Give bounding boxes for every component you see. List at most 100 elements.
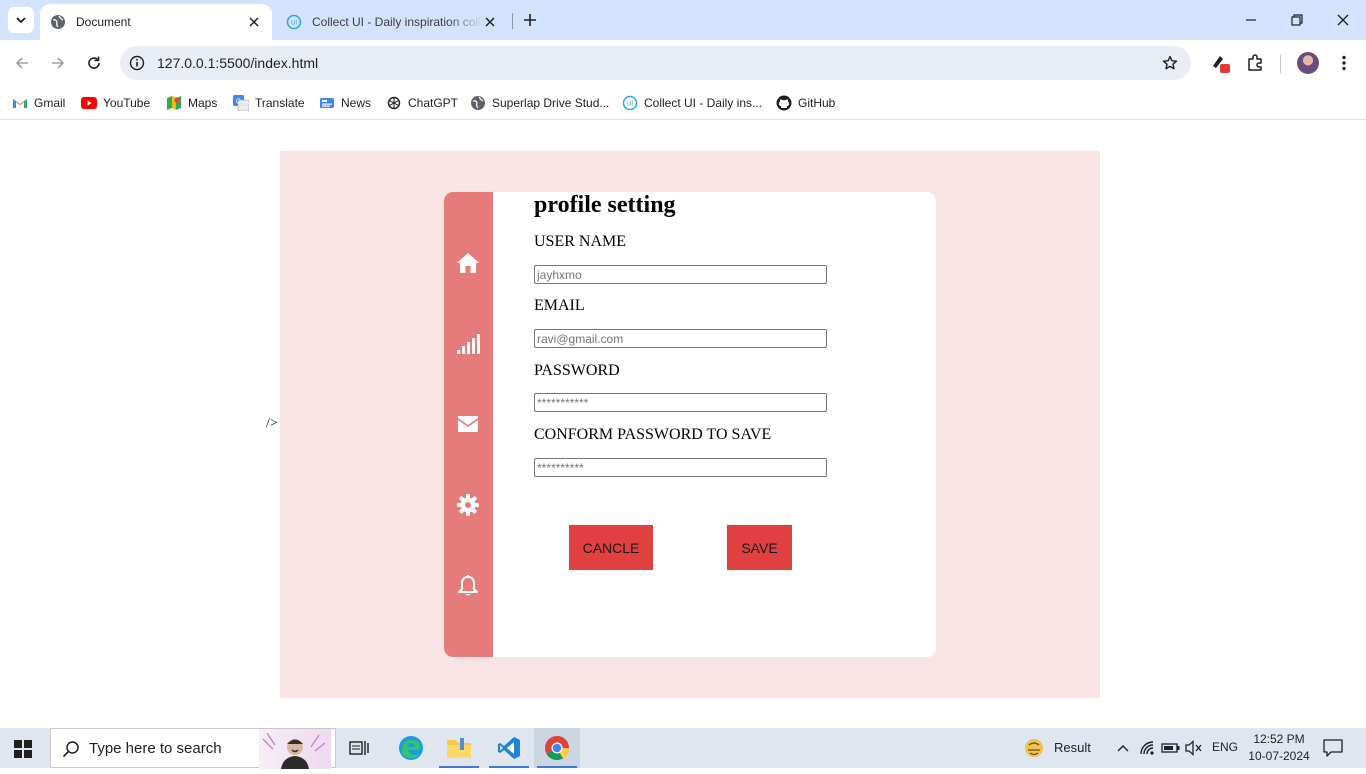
chatgpt-icon xyxy=(386,95,402,111)
taskbar-edge[interactable] xyxy=(388,728,434,768)
svg-text:G: G xyxy=(236,99,241,106)
bookmark-label: News xyxy=(341,96,372,110)
bookmark-superlap[interactable]: Superlap Drive Stud... xyxy=(470,92,609,114)
site-info-icon[interactable] xyxy=(128,54,146,72)
volume-muted-icon[interactable] xyxy=(1184,738,1204,758)
close-icon xyxy=(1337,14,1349,26)
system-clock[interactable]: 12:52 PM 10-07-2024 xyxy=(1246,731,1312,765)
collectui-icon: UI xyxy=(286,14,302,30)
chevron-down-icon xyxy=(16,17,26,24)
browser-toolbar: 127.0.0.1:5500/index.html xyxy=(0,40,1366,86)
toolbar-separator xyxy=(1280,55,1281,73)
github-icon xyxy=(776,95,792,111)
collectui-icon: UI xyxy=(622,95,638,111)
weather-text[interactable]: Result xyxy=(1054,740,1091,755)
minimize-icon xyxy=(1246,19,1256,21)
back-button[interactable] xyxy=(10,51,34,75)
bookmark-gmail[interactable]: Gmail xyxy=(12,92,65,114)
profile-avatar[interactable] xyxy=(1297,52,1319,74)
maps-icon xyxy=(166,95,182,111)
search-highlight-image xyxy=(259,729,331,769)
bookmark-collect-ui[interactable]: UI Collect UI - Daily ins... xyxy=(622,92,762,114)
page-title: profile setting xyxy=(534,192,676,218)
new-tab-button[interactable] xyxy=(520,10,540,30)
home-icon[interactable] xyxy=(456,251,480,275)
globe-icon xyxy=(50,14,66,30)
close-window-button[interactable] xyxy=(1333,10,1353,30)
gmail-icon xyxy=(12,95,28,111)
bookmark-github[interactable]: GitHub xyxy=(776,92,835,114)
bookmark-label: Collect UI - Daily ins... xyxy=(644,96,763,110)
profile-card: profile setting USER NAME EMAIL PASSWORD… xyxy=(444,192,936,657)
page-viewport: /> profile setting USER NAME EMAIL xyxy=(0,121,1366,728)
taskbar-search[interactable]: Type here to search xyxy=(50,728,336,769)
confirm-password-input[interactable] xyxy=(534,458,827,477)
bookmark-star-icon[interactable] xyxy=(1161,54,1179,72)
folder-icon xyxy=(447,738,471,758)
close-icon[interactable] xyxy=(482,14,498,30)
weather-icon[interactable] xyxy=(1024,738,1044,758)
language-indicator[interactable]: ENG xyxy=(1212,740,1238,754)
bookmark-translate[interactable]: G Translate xyxy=(233,92,305,114)
translate-icon: G xyxy=(233,95,249,111)
bookmark-maps[interactable]: Maps xyxy=(166,92,217,114)
bookmark-label: ChatGPT xyxy=(408,96,459,110)
cancel-button[interactable]: CANCLE xyxy=(569,525,653,570)
edge-icon xyxy=(399,736,423,760)
sidebar xyxy=(444,192,493,657)
extension-alert-icon[interactable] xyxy=(1208,51,1232,75)
profile-form: profile setting USER NAME EMAIL PASSWORD… xyxy=(534,192,934,657)
plus-icon xyxy=(524,14,536,26)
wifi-icon[interactable] xyxy=(1138,738,1158,758)
taskbar-file-explorer[interactable] xyxy=(436,728,482,768)
tab-document[interactable]: Document xyxy=(40,4,272,40)
vscode-icon xyxy=(498,737,520,759)
search-placeholder: Type here to search xyxy=(89,740,222,757)
forward-button[interactable] xyxy=(46,51,70,75)
username-label: USER NAME xyxy=(534,233,627,250)
bookmark-youtube[interactable]: YouTube xyxy=(81,92,150,114)
email-input[interactable] xyxy=(534,329,827,348)
address-bar[interactable]: 127.0.0.1:5500/index.html xyxy=(120,46,1191,80)
save-button[interactable]: SAVE xyxy=(727,525,792,570)
svg-text:UI: UI xyxy=(291,21,297,27)
bookmark-label: Gmail xyxy=(34,96,66,110)
tab-strip: Document UI Collect UI - Daily inspirati… xyxy=(0,0,1366,40)
tab-search-button[interactable] xyxy=(8,7,34,33)
restore-icon xyxy=(1291,14,1303,26)
svg-text:UI: UI xyxy=(627,102,633,108)
youtube-icon xyxy=(81,95,97,111)
username-input[interactable] xyxy=(534,265,827,284)
restore-button[interactable] xyxy=(1287,10,1307,30)
password-input[interactable] xyxy=(534,393,827,412)
globe-icon xyxy=(470,95,486,111)
taskbar-chrome[interactable] xyxy=(534,728,580,768)
close-icon[interactable] xyxy=(246,14,262,30)
bookmark-news[interactable]: News xyxy=(319,92,371,114)
signal-icon[interactable] xyxy=(456,332,480,356)
bookmark-chatgpt[interactable]: ChatGPT xyxy=(386,92,458,114)
task-view-button[interactable] xyxy=(336,728,382,768)
mail-icon[interactable] xyxy=(456,412,480,436)
chrome-menu-icon[interactable] xyxy=(1332,51,1356,75)
extensions-puzzle-icon[interactable] xyxy=(1243,51,1267,75)
chevron-up-icon[interactable] xyxy=(1113,738,1133,758)
windows-start-icon[interactable] xyxy=(14,740,32,758)
notifications-icon[interactable] xyxy=(1323,738,1343,758)
tab-divider xyxy=(512,13,513,29)
search-icon xyxy=(61,739,81,759)
clock-time: 12:52 PM xyxy=(1253,732,1305,746)
reload-button[interactable] xyxy=(82,51,106,75)
forward-arrow-icon xyxy=(52,57,65,69)
taskbar-vscode[interactable] xyxy=(486,728,532,768)
bookmark-label: GitHub xyxy=(798,96,836,110)
back-arrow-icon xyxy=(15,57,28,69)
news-icon xyxy=(319,95,335,111)
bookmarks-bar: Gmail YouTube Maps G Translate News Chat… xyxy=(0,86,1366,120)
tab-title: Document xyxy=(76,15,131,29)
bell-icon[interactable] xyxy=(456,574,480,598)
minimize-button[interactable] xyxy=(1241,10,1261,30)
battery-icon[interactable] xyxy=(1161,738,1181,758)
gear-icon[interactable] xyxy=(456,493,480,517)
tab-collect-ui[interactable]: UI Collect UI - Daily inspiration collec… xyxy=(276,4,508,40)
